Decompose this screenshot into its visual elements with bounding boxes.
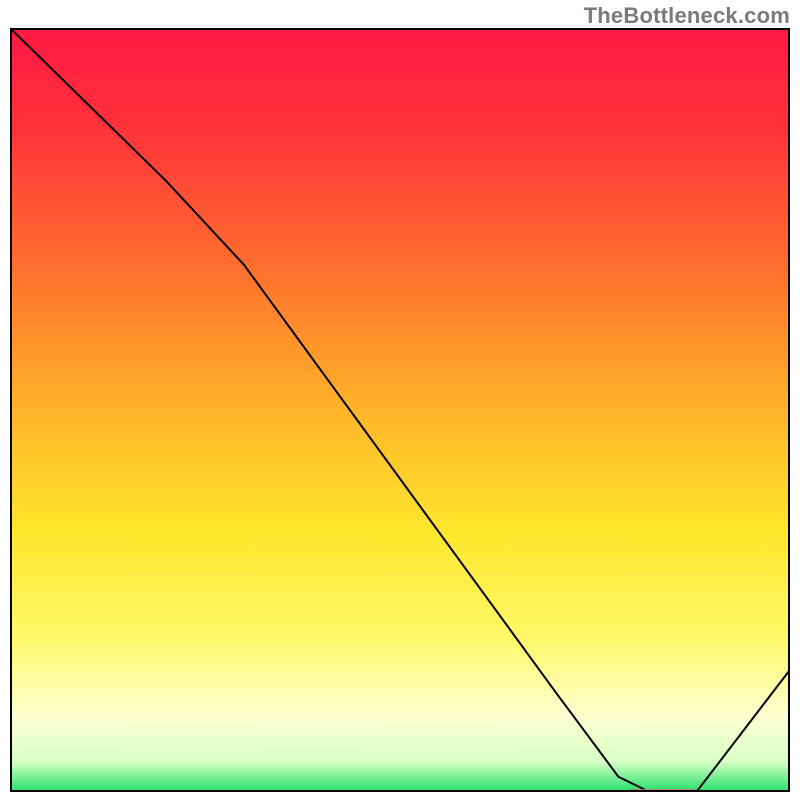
watermark-text: TheBottleneck.com bbox=[584, 3, 790, 29]
chart-svg bbox=[10, 28, 790, 792]
chart-plot-area bbox=[10, 28, 790, 792]
